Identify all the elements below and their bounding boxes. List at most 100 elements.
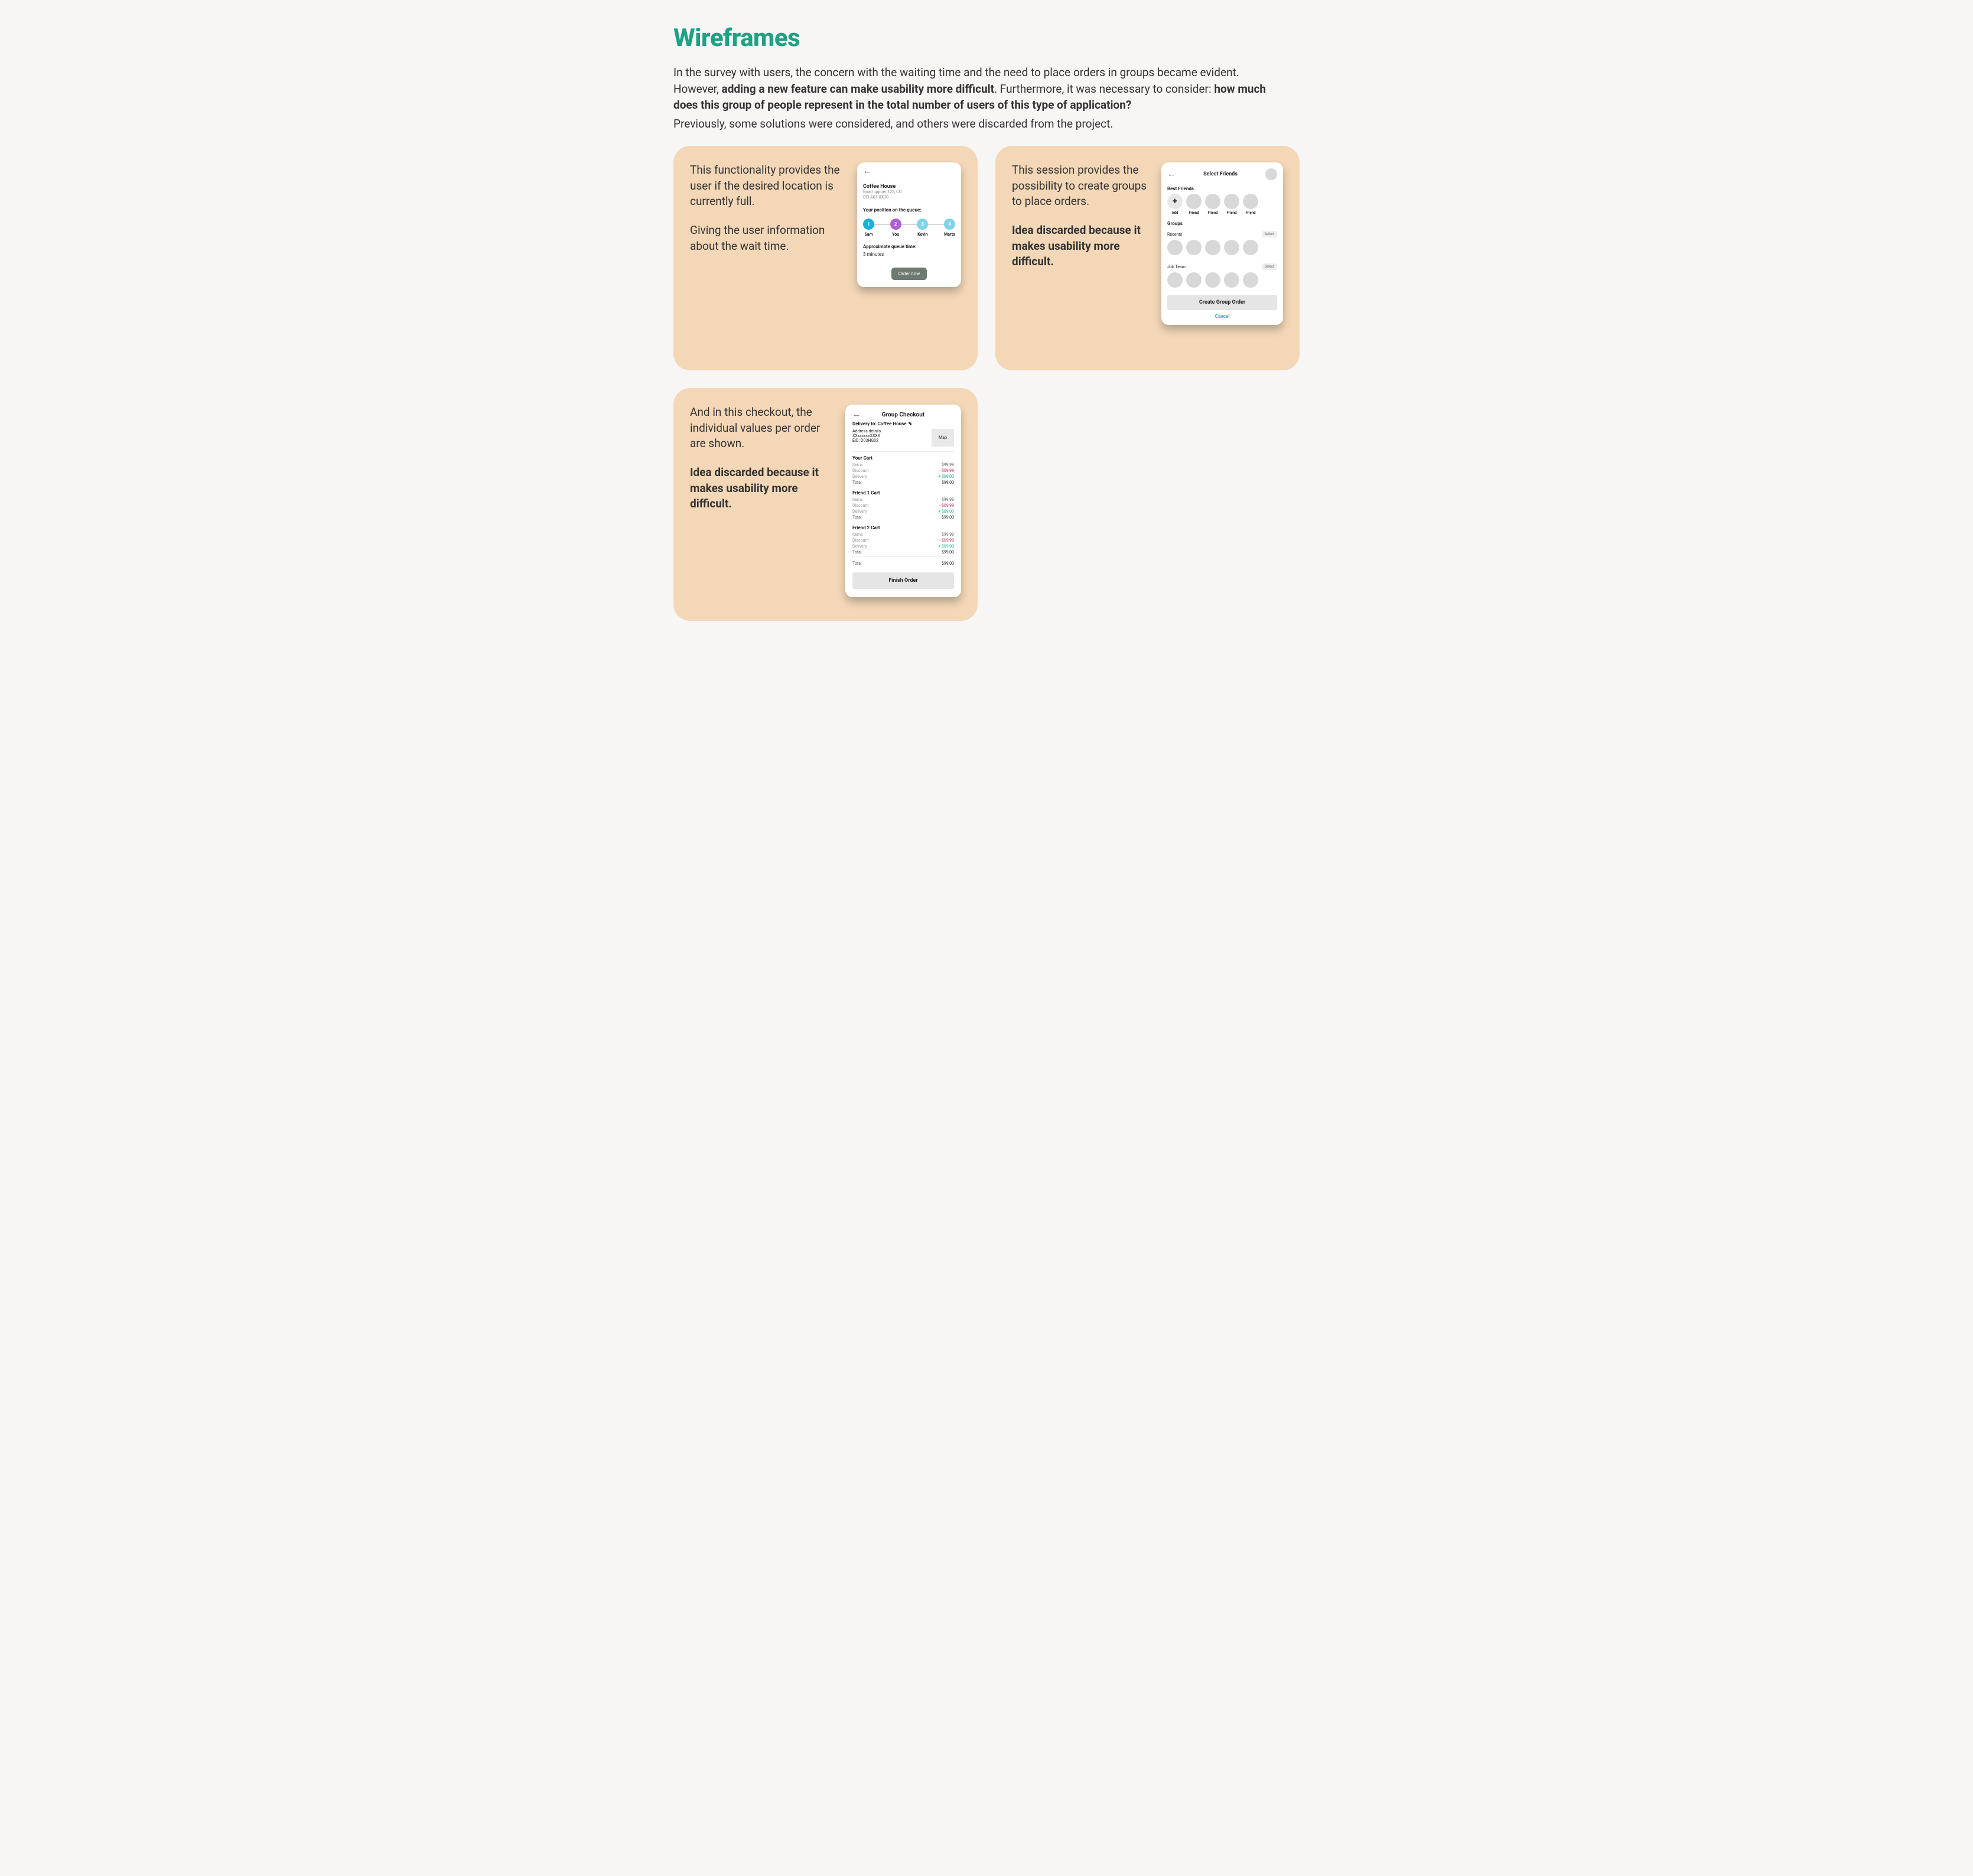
queue-person: 1 Sam [863,219,874,237]
queue-label: Kevin [917,232,927,237]
queue-label: Sam [864,232,872,237]
discount-value: - $09,99 [939,503,954,508]
friend-item[interactable]: Friend [1224,194,1239,215]
store-name: Coffee House [863,184,955,190]
avatar-icon[interactable] [1224,272,1239,288]
intro-paragraph: In the survey with users, the concern wi… [673,64,1276,113]
queue-dot: 2 [890,219,901,230]
finish-order-button[interactable]: Finish Order [852,572,954,589]
avatar-icon [1186,194,1202,209]
group-job-team: Job Team [1167,265,1186,269]
add-friend[interactable]: +Add [1167,194,1183,215]
create-group-order-button[interactable]: Create Group Order [1167,295,1277,310]
avatar-icon[interactable] [1224,240,1239,255]
queue-dot: 3 [917,219,928,230]
intro-bold-1: adding a new feature can make usability … [722,82,995,96]
avatar-icon[interactable] [1265,168,1277,180]
total-label: Total [852,480,862,485]
queue-row: 1 Sam 2 You 3 Kevin 4 Ma [863,219,955,237]
friend-item[interactable]: Friend [1186,194,1202,215]
card3-desc: And in this checkout, the individual val… [690,405,832,452]
bf-caption: Friend [1189,211,1199,215]
cart-name: Your Cart [852,455,954,461]
queue-dot: 4 [944,219,955,230]
discount-label: Discount [852,468,869,473]
back-icon[interactable]: ← [863,167,955,175]
items-value: $99,99 [942,532,954,537]
cart-section: Your Cart Items $99,99 Discount - $09,99 Deli… [845,452,961,487]
avatar-icon [1243,194,1258,209]
avatar-icon[interactable] [1186,240,1202,255]
queue-label: Marta [944,232,955,237]
queue-heading: Your position on the queue: [863,207,955,213]
discount-label: Discount [852,538,869,543]
select-button[interactable]: Select [1262,231,1278,237]
group-recents: Recents [1167,232,1182,237]
friend-item[interactable]: Friend [1243,194,1258,215]
wireframe-card-friends: This session provides the possibility to… [995,146,1300,370]
discount-value: - $09,99 [939,538,954,543]
queue-person: 4 Marta [944,219,955,237]
approx-heading: Approximate queue time: [863,244,955,249]
select-button[interactable]: Select [1262,263,1278,270]
best-friends-row: +Add Friend Friend Friend Friend [1161,191,1283,215]
delivery-to: Delivery to: Coffee House [852,421,907,426]
delivery-label: Delivery [852,509,867,514]
items-value: $99,99 [942,463,954,467]
order-now-button[interactable]: Order now [891,268,927,280]
items-label: Items [852,463,863,467]
avatar-icon[interactable] [1243,272,1258,288]
bf-caption: Friend [1227,211,1237,215]
avatar-icon[interactable] [1186,272,1202,288]
items-label: Items [852,532,863,537]
delivery-label: Delivery [852,544,867,549]
delivery-label: Delivery [852,474,867,479]
edit-icon[interactable]: ✎ [909,421,913,426]
back-icon[interactable]: ← [1167,170,1176,178]
avatar-icon[interactable] [1167,240,1183,255]
store-address-2: EID A01 XX00 [863,195,955,200]
cart-section: Friend 1 CartItems$99,99Discount- $09,99… [845,487,961,522]
avatar-icon[interactable] [1243,240,1258,255]
avatar-icon [1224,194,1239,209]
delivery-value: + $09,00 [938,474,954,479]
total-label: Total [852,550,862,555]
address-eid: EID: D03HG02 [852,438,881,443]
avatar-icon [1205,194,1220,209]
address-mask: XXxxxxxxXXXX [852,434,881,438]
screen-title: Group Checkout [882,412,924,418]
back-icon[interactable]: ← [852,411,861,419]
queue-label: You [892,232,899,237]
avatar-icon[interactable] [1205,272,1220,288]
cancel-link[interactable]: Cancel [1161,311,1283,325]
screen-title: Select Friends [1203,171,1238,177]
bf-caption: Friend [1208,211,1218,215]
items-value: $99,99 [942,497,954,502]
queue-person: 3 Kevin [917,219,928,237]
total-value: $99,00 [942,550,954,555]
total-value: $99,00 [942,515,954,520]
discount-label: Discount [852,503,869,508]
total-label: Total [852,515,862,520]
bf-caption: Friend [1246,211,1256,215]
map-thumbnail[interactable]: Map [932,429,954,447]
phone-mock-queue: ← Coffee House Road uppper 123, CO EID A… [857,162,961,287]
sub-paragraph: Previously, some solutions were consider… [673,116,1300,132]
bf-caption: Add [1172,211,1178,215]
group-row [1161,270,1283,290]
grand-total-label: Total [852,561,862,566]
avatar-icon[interactable] [1205,240,1220,255]
phone-mock-checkout: ← Group Checkout Delivery to: Coffee Hou… [845,405,961,597]
card1-desc-2: Giving the user information about the wa… [690,223,844,254]
discount-value: - $09,99 [939,468,954,473]
avatar-icon[interactable] [1167,272,1183,288]
cart-name: Friend 2 Cart [852,525,954,530]
approx-value: 3 minutes [863,252,955,257]
queue-person: 2 You [890,219,901,237]
address-label: Address details [852,429,881,434]
card3-discarded: Idea discarded because it makes usabilit… [690,465,832,512]
delivery-value: + $09,00 [938,509,954,514]
cart-name: Friend 1 Cart [852,490,954,496]
friend-item[interactable]: Friend [1205,194,1220,215]
card2-discarded: Idea discarded because it makes usabilit… [1012,223,1148,270]
